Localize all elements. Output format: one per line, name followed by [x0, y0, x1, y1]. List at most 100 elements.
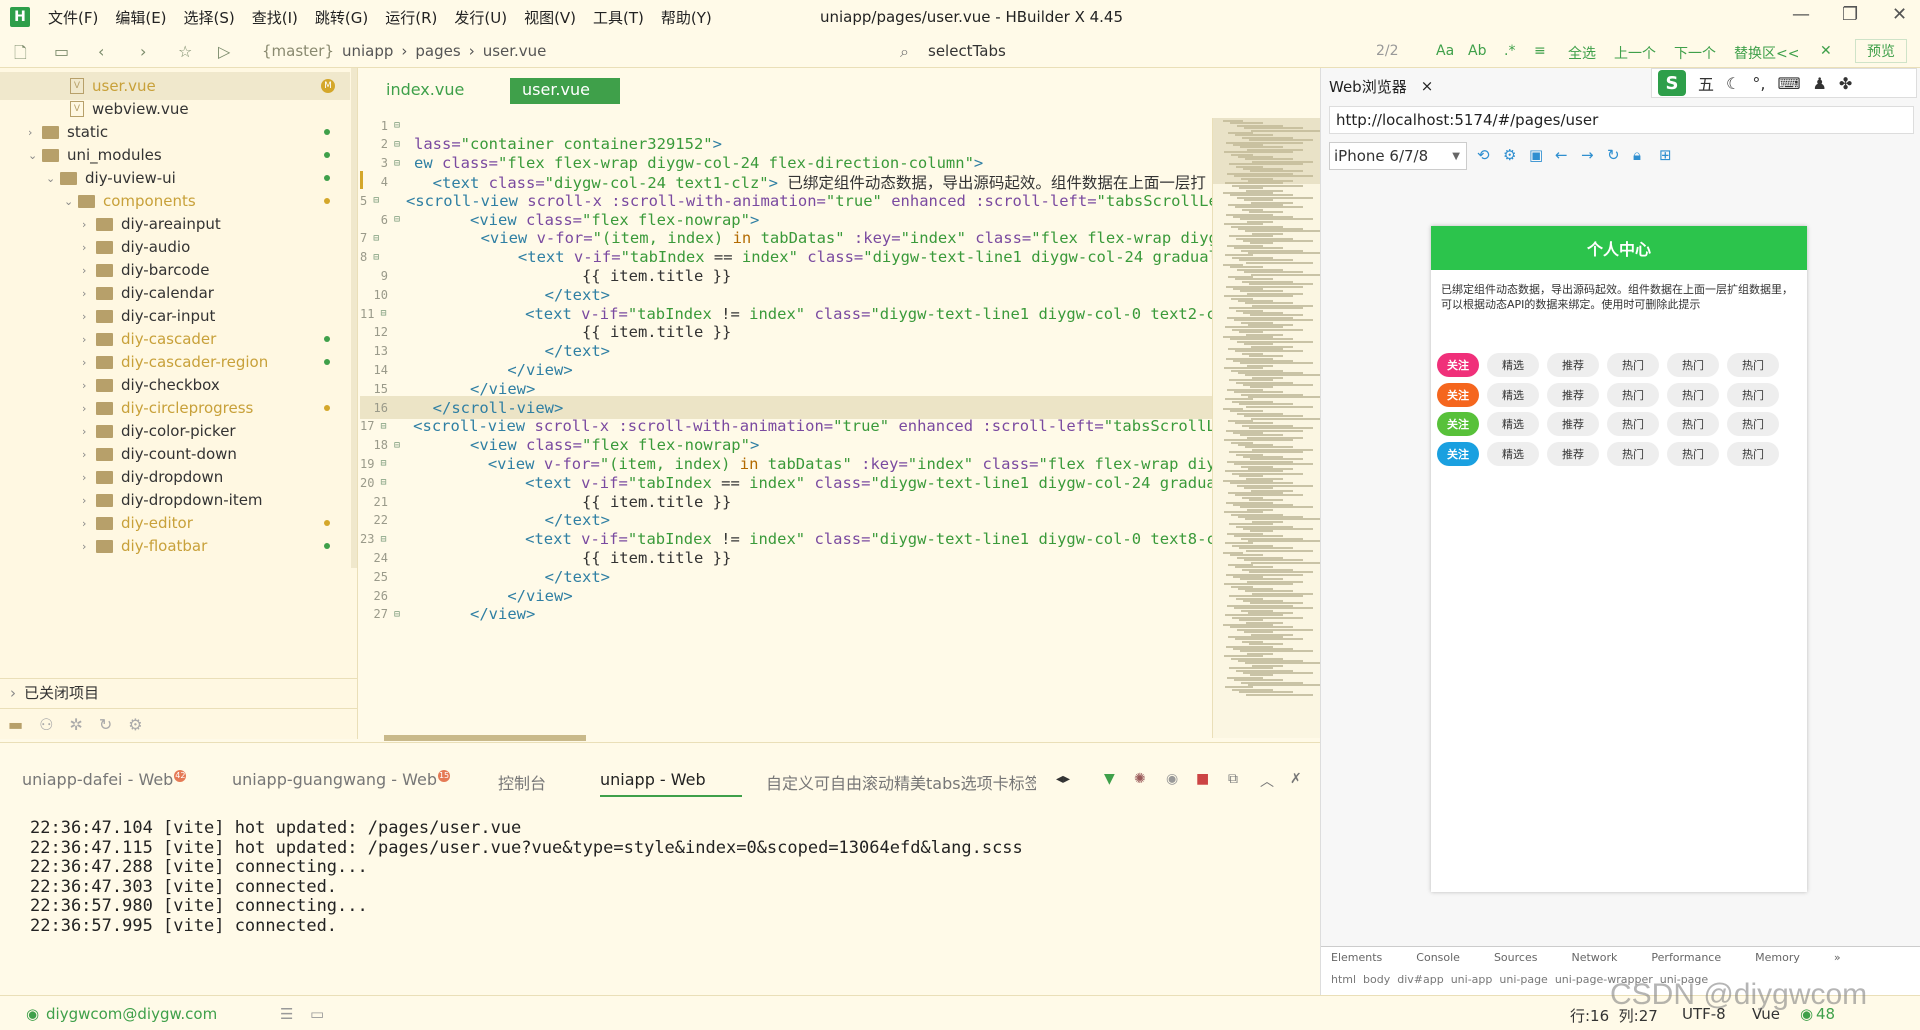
new-file-icon[interactable]: 🗋 [14, 42, 27, 69]
ime-icon[interactable]: 五 [1698, 71, 1714, 95]
code-editor[interactable]: 1 ⊟ 2 ⊟ lass="container container329152"> 3 ⊟ e… [360, 118, 1212, 738]
tab-pill[interactable]: 热门 [1607, 441, 1659, 466]
browser-tab[interactable]: Web浏览器 × [1329, 72, 1433, 100]
fold-icon[interactable]: ⊟ [394, 609, 406, 620]
save-icon[interactable]: ▭ [54, 42, 69, 61]
tab-pill[interactable]: 精选 [1487, 382, 1539, 407]
match-case-button[interactable]: Aa [1436, 43, 1454, 59]
tab-pill[interactable]: 热门 [1667, 441, 1719, 466]
code-line[interactable]: 27 ⊟ </view> [360, 603, 1212, 626]
device-select[interactable]: iPhone 6/7/8 ▼ [1329, 142, 1467, 170]
rotate-icon[interactable]: ⟲ [1477, 146, 1490, 164]
debug-icon[interactable]: ✲ [69, 715, 82, 734]
tab-console-dafei[interactable]: uniapp-dafei - Web 42 [22, 770, 187, 789]
tab-scroll-icon[interactable]: ◂▸ [1056, 771, 1070, 787]
menu-item[interactable]: 帮助(Y) [661, 7, 712, 28]
twisty-icon[interactable]: › [82, 310, 96, 323]
menu-item[interactable]: 视图(V) [524, 7, 576, 28]
follow-tab[interactable]: 关注 [1437, 382, 1479, 407]
devtools-tab[interactable]: » [1834, 951, 1841, 964]
reload-icon[interactable]: ↻ [1607, 146, 1620, 164]
fold-icon[interactable]: ⊟ [394, 158, 406, 169]
maximize-icon[interactable]: ❐ [1842, 4, 1858, 25]
tab-pill[interactable]: 热门 [1607, 412, 1659, 436]
tab-pill[interactable]: 热门 [1667, 382, 1719, 407]
fold-icon[interactable]: ⊟ [394, 214, 406, 225]
devtools-tab[interactable]: Sources [1494, 951, 1538, 964]
tab-pill[interactable]: 推荐 [1547, 441, 1599, 466]
minimap-viewport[interactable] [1213, 118, 1321, 184]
bug-icon[interactable]: ✺ [1134, 771, 1146, 787]
twisty-icon[interactable]: › [82, 356, 96, 369]
select-all-button[interactable]: 全选 [1568, 43, 1596, 63]
horizontal-scrollbar[interactable] [384, 735, 586, 741]
devtools-tab[interactable]: Memory [1755, 951, 1800, 964]
sidebar-scrollbar[interactable] [351, 68, 357, 568]
bookmark-star-icon[interactable]: ☆ [178, 42, 192, 61]
settings-icon[interactable]: ⚙ [1503, 146, 1516, 164]
fold-icon[interactable]: ⊟ [394, 120, 406, 131]
stop-icon[interactable]: ■ [1196, 771, 1209, 787]
filter-icon[interactable]: ▼ [1104, 771, 1115, 787]
tab-pill[interactable]: 精选 [1487, 353, 1539, 377]
twisty-icon[interactable]: › [82, 540, 96, 553]
forward-arrow-icon[interactable]: → [1581, 146, 1594, 164]
ime-icon[interactable]: ⌨ [1777, 74, 1800, 93]
menu-item[interactable]: 工具(T) [593, 7, 644, 28]
devtools-tab[interactable]: Elements [1331, 951, 1382, 964]
refresh-icon[interactable]: ↻ [99, 715, 112, 734]
find-prev-button[interactable]: 上一个 [1614, 43, 1656, 63]
twisty-icon[interactable]: ⌄ [64, 195, 78, 208]
devtools-tab[interactable]: Network [1571, 951, 1617, 964]
ime-logo-icon[interactable]: S [1658, 70, 1686, 96]
twisty-icon[interactable]: › [82, 448, 96, 461]
tab-index-vue[interactable]: index.vue [374, 78, 476, 104]
twisty-icon[interactable]: › [82, 471, 96, 484]
preview-button[interactable]: 预览 [1855, 39, 1907, 63]
format-icon[interactable]: ≡ [1534, 43, 1546, 59]
forward-icon[interactable]: › [140, 42, 146, 61]
list-icon[interactable]: ☰ [280, 1005, 293, 1023]
devtools-tab[interactable]: Performance [1651, 951, 1721, 964]
breadcrumb-folder[interactable]: pages [415, 42, 460, 60]
twisty-icon[interactable]: › [82, 287, 96, 300]
twisty-icon[interactable]: › [82, 494, 96, 507]
tab-pill[interactable]: 精选 [1487, 412, 1539, 436]
tab-pill[interactable]: 热门 [1727, 441, 1779, 466]
url-input[interactable]: http://localhost:5174/#/pages/user [1329, 106, 1914, 134]
twisty-icon[interactable]: ⌄ [28, 149, 42, 162]
replace-toggle-button[interactable]: 替换区<< [1734, 43, 1799, 63]
twisty-icon[interactable]: ⌄ [46, 172, 60, 185]
tab-pill[interactable]: 推荐 [1547, 353, 1599, 377]
tab-pill[interactable]: 精选 [1487, 441, 1539, 466]
target-icon[interactable]: ◉ [1166, 771, 1178, 787]
regex-button[interactable]: .* [1504, 43, 1515, 59]
menu-item[interactable]: 跳转(G) [315, 7, 368, 28]
menu-item[interactable]: 发行(U) [454, 7, 507, 28]
close-tab-icon[interactable]: × [1421, 77, 1434, 95]
menu-item[interactable]: 编辑(E) [115, 7, 166, 28]
whole-word-button[interactable]: Ab [1468, 43, 1486, 59]
terminal-icon[interactable]: ▭ [310, 1005, 324, 1023]
tab-console-main[interactable]: 控制台 [498, 770, 546, 794]
tab-console-uniapp-web[interactable]: uniapp - Web [600, 770, 742, 797]
tab-pill[interactable]: 热门 [1667, 412, 1719, 436]
menu-item[interactable]: 查找(I) [252, 7, 298, 28]
clear-console-icon[interactable]: ✗ [1290, 771, 1302, 787]
tab-console-guangwang[interactable]: uniapp-guangwang - Web 15 [232, 770, 451, 789]
find-next-button[interactable]: 下一个 [1674, 43, 1716, 63]
minimize-icon[interactable]: — [1792, 4, 1810, 25]
twisty-icon[interactable]: › [82, 517, 96, 530]
closed-projects[interactable]: › 已关闭项目 [0, 678, 358, 706]
chevron-up-icon[interactable]: ︿ [1260, 771, 1274, 791]
fold-icon[interactable]: ⊟ [394, 440, 406, 451]
follow-tab[interactable]: 关注 [1437, 353, 1479, 377]
twisty-icon[interactable]: › [82, 241, 96, 254]
minimap[interactable] [1212, 118, 1323, 738]
fold-icon[interactable]: ⊟ [394, 139, 406, 150]
ime-icon[interactable]: ✤ [1839, 74, 1852, 93]
close-find-icon[interactable]: ✕ [1820, 43, 1832, 59]
breadcrumb-project[interactable]: uniapp [342, 42, 393, 60]
twisty-icon[interactable]: › [82, 333, 96, 346]
screenshot-icon[interactable]: ▣ [1529, 146, 1543, 164]
